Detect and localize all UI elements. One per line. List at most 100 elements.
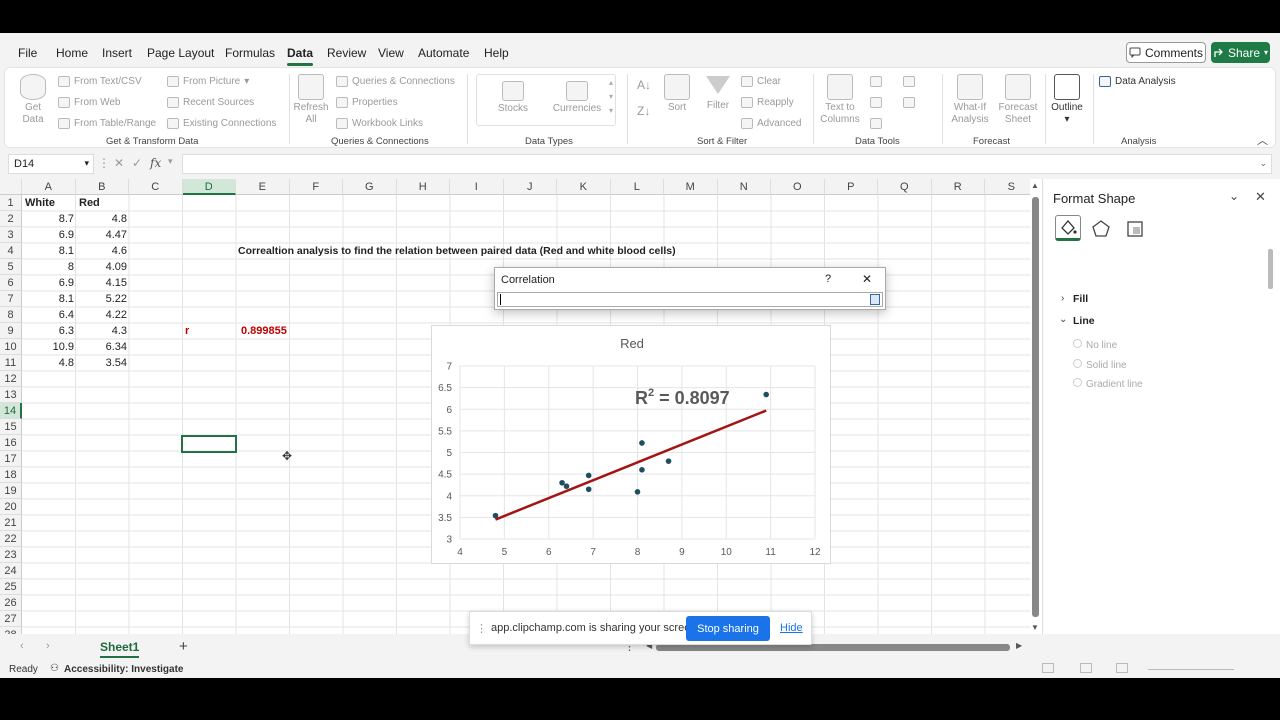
queries-connections-button[interactable]: Queries & Connections (336, 76, 455, 87)
pentagon-effects-icon[interactable] (1091, 219, 1111, 239)
column-header-h[interactable]: H (396, 179, 450, 195)
sheet-tab-sheet1[interactable]: Sheet1 (100, 640, 140, 658)
scroll-down-icon[interactable]: ▼ (1031, 623, 1039, 632)
row-header-27[interactable]: 27 (0, 611, 22, 627)
cell-a11[interactable]: 4.8 (22, 355, 74, 371)
cell-e9[interactable]: 0.899855 (241, 323, 287, 339)
cell-a3[interactable]: 6.9 (22, 227, 74, 243)
scroll-right-icon[interactable]: ▶ (1016, 641, 1022, 650)
row-header-1[interactable]: 1 (0, 195, 22, 211)
formula-input[interactable]: ⌄ (182, 154, 1272, 174)
cell-a5[interactable]: 8 (22, 259, 74, 275)
outline-button[interactable]: Outline ▾ (1047, 74, 1087, 126)
select-all-corner[interactable] (0, 179, 22, 195)
accessibility-status[interactable]: Accessibility: Investigate (64, 664, 184, 675)
workbook-links-button[interactable]: Workbook Links (336, 118, 423, 129)
prev-sheet-icon[interactable]: ‹ (20, 640, 24, 652)
menu-file[interactable]: File (18, 46, 37, 60)
row-header-4[interactable]: 4 (0, 243, 22, 259)
menu-help[interactable]: Help (484, 46, 509, 60)
menu-automate[interactable]: Automate (418, 46, 469, 60)
from-table-range-button[interactable]: From Table/Range (58, 118, 156, 129)
cell-a8[interactable]: 6.4 (22, 307, 74, 323)
collapse-ribbon-icon[interactable]: ︿ (1257, 132, 1268, 148)
row-header-2[interactable]: 2 (0, 211, 22, 227)
row-header-16[interactable]: 16 (0, 435, 22, 451)
row-header-20[interactable]: 20 (0, 499, 22, 515)
row-header-24[interactable]: 24 (0, 563, 22, 579)
menu-formulas[interactable]: Formulas (225, 46, 275, 60)
cell-a6[interactable]: 6.9 (22, 275, 74, 291)
existing-connections-button[interactable]: Existing Connections (167, 118, 276, 129)
row-header-14[interactable]: 14 (0, 403, 22, 419)
column-header-n[interactable]: N (717, 179, 771, 195)
cell-a7[interactable]: 8.1 (22, 291, 74, 307)
sort-az-button[interactable]: A↓ (637, 78, 651, 92)
dialog-close-button[interactable]: ✕ (862, 272, 872, 286)
cell-b10[interactable]: 6.34 (76, 339, 127, 355)
remove-duplicates-icon[interactable] (870, 97, 882, 108)
row-header-12[interactable]: 12 (0, 371, 22, 387)
row-header-18[interactable]: 18 (0, 467, 22, 483)
advanced-button[interactable]: Advanced (741, 118, 801, 129)
column-header-o[interactable]: O (771, 179, 825, 195)
clear-button[interactable]: Clear (741, 76, 781, 87)
dialog-range-input[interactable] (497, 292, 883, 307)
cell-b7[interactable]: 5.22 (76, 291, 127, 307)
chevron-down-icon[interactable]: ⌄ (1229, 189, 1239, 203)
cell-b2[interactable]: 4.8 (76, 211, 127, 227)
dialog-help-button[interactable]: ? (825, 273, 831, 285)
column-header-c[interactable]: C (129, 179, 183, 195)
share-button[interactable]: Share ▾ (1211, 42, 1270, 63)
horizontal-scroll-thumb[interactable] (656, 644, 1010, 651)
properties-button[interactable]: Properties (336, 97, 398, 108)
cell-a10[interactable]: 10.9 (22, 339, 74, 355)
pane-scroll-thumb[interactable] (1268, 249, 1273, 289)
next-sheet-icon[interactable]: › (46, 640, 50, 652)
cell-b3[interactable]: 4.47 (76, 227, 127, 243)
menu-insert[interactable]: Insert (102, 46, 132, 60)
column-header-k[interactable]: K (557, 179, 611, 195)
sort-button[interactable]: Sort (661, 74, 693, 114)
collapse-dialog-icon[interactable] (870, 294, 880, 305)
cell-b5[interactable]: 4.09 (76, 259, 127, 275)
menu-data[interactable]: Data (287, 46, 314, 66)
column-header-m[interactable]: M (664, 179, 718, 195)
scroll-thumb[interactable] (1032, 197, 1039, 617)
row-header-3[interactable]: 3 (0, 227, 22, 243)
page-break-view-icon[interactable] (1116, 663, 1128, 673)
from-web-button[interactable]: From Web (58, 97, 121, 108)
filter-button[interactable]: Filter (703, 74, 733, 112)
menu-home[interactable]: Home (56, 46, 88, 60)
row-header-9[interactable]: 9 (0, 323, 22, 339)
column-header-r[interactable]: R (931, 179, 985, 195)
row-header-15[interactable]: 15 (0, 419, 22, 435)
row-header-23[interactable]: 23 (0, 547, 22, 563)
menu-page-layout[interactable]: Page Layout (147, 46, 214, 60)
column-header-j[interactable]: J (503, 179, 557, 195)
column-header-q[interactable]: Q (878, 179, 932, 195)
page-layout-view-icon[interactable] (1080, 663, 1092, 673)
column-header-l[interactable]: L (610, 179, 664, 195)
zoom-slider[interactable] (1148, 669, 1234, 670)
line-section-label[interactable]: Line (1073, 315, 1095, 327)
size-properties-icon[interactable] (1125, 219, 1145, 239)
relationships-icon[interactable] (903, 97, 915, 108)
column-header-f[interactable]: F (289, 179, 343, 195)
flash-fill-icon[interactable] (870, 76, 882, 87)
row-header-28[interactable]: 28 (0, 627, 22, 634)
cell-a4[interactable]: 8.1 (22, 243, 74, 259)
forecast-sheet-button[interactable]: Forecast Sheet (997, 74, 1039, 126)
row-header-25[interactable]: 25 (0, 579, 22, 595)
line-collapse-icon[interactable]: ⌄ (1059, 314, 1067, 325)
refresh-all-button[interactable]: Refresh All (293, 74, 329, 126)
cell-d4-title[interactable]: Correaltion analysis to find the relatio… (238, 243, 676, 259)
currencies-button[interactable]: Currencies (552, 81, 602, 115)
cell-a9[interactable]: 6.3 (22, 323, 74, 339)
column-header-a[interactable]: A (22, 179, 76, 195)
line-option-gradient-line[interactable]: Gradient line (1073, 378, 1143, 390)
row-header-13[interactable]: 13 (0, 387, 22, 403)
fill-expand-icon[interactable]: › (1061, 293, 1064, 304)
drag-handle-icon[interactable]: ⋮ (476, 622, 487, 635)
gallery-scroll[interactable]: ▴ ▾ ▾ (609, 76, 613, 118)
